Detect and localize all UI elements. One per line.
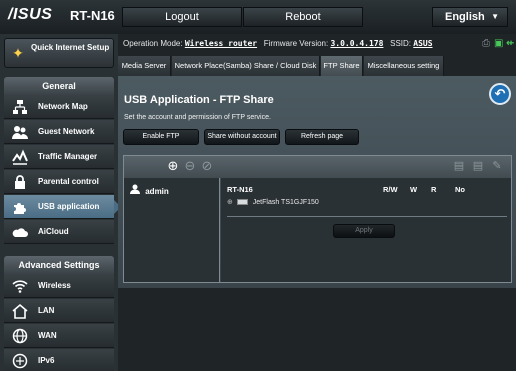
enable-ftp-button[interactable]: Enable FTP — [123, 129, 199, 145]
firmware-link[interactable]: 3.0.0.4.178 — [330, 39, 383, 48]
printer-icon[interactable]: ⎙ — [482, 34, 490, 54]
ipv6-icon — [12, 353, 28, 369]
sidebar-item-label: Guest Network — [38, 127, 95, 136]
delete-folder-icon[interactable]: ▤ — [471, 159, 485, 173]
logout-button[interactable]: Logout — [122, 7, 242, 27]
sidebar-item-label: LAN — [38, 306, 55, 315]
expand-icon[interactable]: ⊕ — [227, 198, 233, 206]
folder-permission-list: RT-N16 R/W W R No ⊕ JetFlash TS1GJF150 A… — [221, 178, 511, 282]
sidebar-item-lan[interactable]: LAN — [4, 299, 114, 323]
table-toolbar: ⊕ ⊖ ⊘ ▤ ▤ ✎ — [124, 156, 511, 178]
tab-bar: Media Server Network Place(Samba) Share … — [118, 56, 516, 76]
apply-button[interactable]: Apply — [333, 224, 395, 238]
share-without-account-button[interactable]: Share without account — [204, 129, 280, 145]
operation-mode-label: Operation Mode: — [123, 39, 183, 48]
header-bar: /ISUS RT-N16 Logout Reboot English ▼ — [0, 0, 516, 34]
sidebar-item-label: IPv6 — [38, 356, 55, 365]
drive-name: JetFlash TS1GJF150 — [252, 199, 319, 206]
account-list: admin — [124, 178, 220, 282]
sidebar-item-ipv6[interactable]: IPv6 — [4, 349, 114, 371]
sidebar-item-wan[interactable]: WAN — [4, 324, 114, 348]
drive-item[interactable]: ⊕ JetFlash TS1GJF150 — [227, 198, 319, 206]
sidebar-item-guest-network[interactable]: Guest Network — [4, 120, 114, 144]
column-r: R — [431, 185, 437, 194]
device-name: RT-N16 — [227, 185, 253, 194]
network-map-icon — [12, 99, 28, 115]
language-value: English — [445, 11, 485, 23]
user-icon — [130, 184, 140, 197]
page-description: Set the account and permission of FTP se… — [124, 114, 271, 121]
delete-account-icon[interactable]: ⊖ — [183, 159, 197, 173]
sidebar-item-label: Traffic Manager — [38, 152, 98, 161]
general-section-title: General — [4, 77, 114, 95]
back-button[interactable]: ↶ — [489, 83, 511, 105]
column-rw: R/W — [383, 185, 398, 194]
sidebar-item-label: WAN — [38, 331, 57, 340]
sidebar-item-parental-control[interactable]: Parental control — [4, 170, 114, 194]
ssid-link[interactable]: ASUS — [413, 39, 432, 48]
tab-ftp-share[interactable]: FTP Share — [321, 56, 363, 76]
asus-logo: /ISUS — [8, 6, 53, 23]
column-no: No — [455, 185, 465, 194]
sidebar-item-label: Network Map — [38, 102, 88, 111]
ftp-permission-table: ⊕ ⊖ ⊘ ▤ ▤ ✎ admin RT-N16 R/W W R No ⊕ Je… — [123, 155, 512, 283]
column-w: W — [410, 185, 418, 194]
sidebar-item-usb-application[interactable]: USB application — [4, 195, 121, 219]
app-icon[interactable]: ▣ — [494, 34, 503, 54]
status-bar: Operation Mode: Wireless router Firmware… — [118, 34, 516, 54]
firmware-label: Firmware Version: — [263, 39, 329, 48]
home-icon — [12, 303, 28, 319]
account-name: admin — [145, 187, 169, 196]
sidebar-item-traffic-manager[interactable]: Traffic Manager — [4, 145, 114, 169]
account-item-admin[interactable]: admin — [130, 184, 169, 197]
router-model: RT-N16 — [70, 8, 115, 23]
language-select[interactable]: English ▼ — [432, 7, 508, 27]
cloud-icon — [12, 224, 28, 240]
divider — [227, 216, 507, 217]
add-folder-icon[interactable]: ▤ — [452, 159, 466, 173]
traffic-manager-icon — [12, 149, 28, 165]
refresh-page-button[interactable]: Refresh page — [285, 129, 359, 145]
sidebar-item-label: USB application — [38, 202, 100, 211]
sidebar-item-label: Parental control — [38, 177, 99, 186]
edit-account-icon[interactable]: ⊘ — [200, 159, 214, 173]
sidebar-item-aicloud[interactable]: AiCloud — [4, 220, 114, 244]
tab-miscellaneous-setting[interactable]: Miscellaneous setting — [364, 56, 444, 76]
wireless-icon — [12, 278, 28, 294]
quick-internet-setup-button[interactable]: ✦ Quick Internet Setup — [4, 38, 114, 68]
operation-mode-link[interactable]: Wireless router — [185, 39, 257, 48]
reboot-button[interactable]: Reboot — [243, 7, 363, 27]
guest-network-icon — [12, 124, 28, 140]
sidebar: ✦ Quick Internet Setup General Network M… — [0, 34, 121, 371]
chevron-down-icon: ▼ — [491, 12, 499, 21]
puzzle-icon — [12, 199, 28, 215]
globe-icon — [12, 328, 28, 344]
wand-icon: ✦ — [12, 45, 24, 61]
usb-icon[interactable]: ⇷ — [506, 34, 514, 54]
page-title: USB Application - FTP Share — [124, 94, 274, 106]
add-account-icon[interactable]: ⊕ — [166, 159, 180, 173]
edit-folder-icon[interactable]: ✎ — [490, 159, 504, 173]
quick-setup-label: Quick Internet Setup — [31, 43, 110, 52]
back-arrow-icon: ↶ — [494, 86, 506, 101]
tab-samba-share[interactable]: Network Place(Samba) Share / Cloud Disk — [172, 56, 320, 76]
advanced-section-title: Advanced Settings — [4, 256, 114, 274]
lock-icon — [12, 174, 28, 190]
usb-drive-icon — [236, 199, 248, 206]
sidebar-item-label: Wireless — [38, 281, 71, 290]
tab-media-server[interactable]: Media Server — [118, 56, 171, 76]
sidebar-item-label: AiCloud — [38, 227, 69, 236]
ssid-label: SSID: — [390, 39, 412, 48]
sidebar-item-wireless[interactable]: Wireless — [4, 274, 114, 298]
sidebar-item-network-map[interactable]: Network Map — [4, 95, 114, 119]
